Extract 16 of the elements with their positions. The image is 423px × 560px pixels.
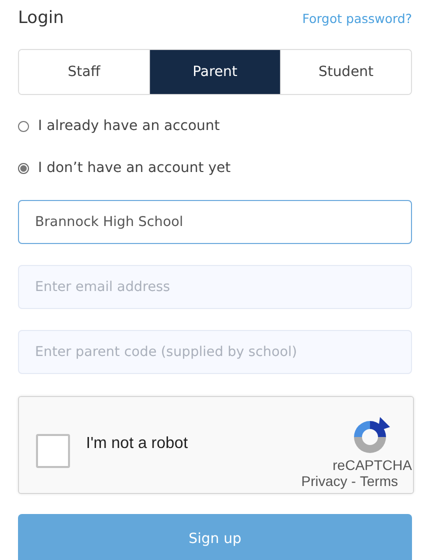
- input-field[interactable]: Brannock High School: [18, 200, 412, 244]
- radio-label: I already have an account: [38, 118, 220, 134]
- role-tab[interactable]: Student: [280, 50, 411, 94]
- privacy-link[interactable]: Privacy: [301, 473, 348, 489]
- link-separator: -: [351, 473, 356, 489]
- captcha-brand: reCAPTCHA: [332, 457, 412, 473]
- page-title: Login: [18, 8, 64, 28]
- input-field[interactable]: Enter email address: [18, 265, 412, 309]
- captcha-label: I'm not a robot: [86, 435, 189, 453]
- radio-button[interactable]: [18, 162, 29, 174]
- input-field[interactable]: Enter parent code (supplied by school): [18, 330, 412, 374]
- role-tab[interactable]: Parent: [149, 50, 280, 94]
- radio-button[interactable]: [18, 120, 29, 132]
- terms-link[interactable]: Terms: [360, 473, 398, 489]
- radio-label: I don’t have an account yet: [38, 160, 231, 176]
- captcha-checkbox[interactable]: [36, 434, 70, 468]
